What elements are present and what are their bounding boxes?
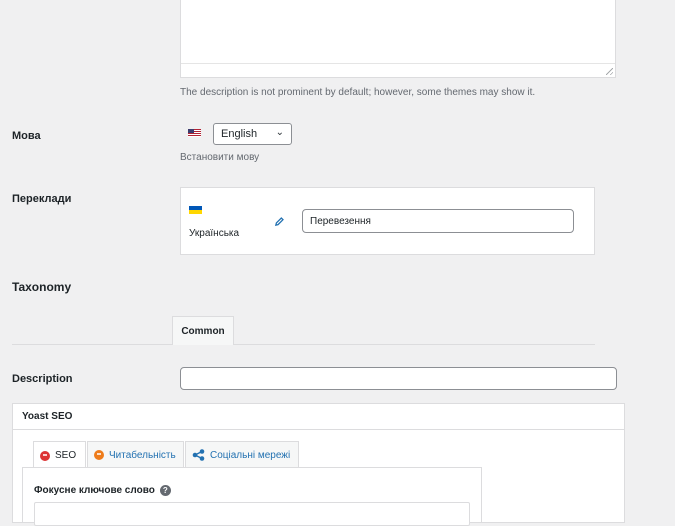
translation-title-input[interactable]: Перевезення xyxy=(302,209,574,233)
yoast-tab-social[interactable]: Соціальні мережі xyxy=(185,441,299,468)
yoast-title: Yoast SEO xyxy=(22,411,73,422)
yoast-seo-panel: Фокусне ключове слово ? xyxy=(22,467,482,526)
share-icon xyxy=(192,449,205,461)
yoast-tab-social-label: Соціальні мережі xyxy=(210,449,291,461)
us-flag-icon xyxy=(188,129,201,137)
yoast-tab-readability-label: Читабельність xyxy=(109,449,176,461)
neutral-face-icon xyxy=(94,450,104,460)
language-label: Мова xyxy=(12,130,41,142)
yoast-tab-seo-label: SEO xyxy=(55,450,77,461)
taxonomy-heading: Taxonomy xyxy=(12,280,72,294)
translation-input-value: Перевезення xyxy=(310,216,371,227)
taxonomy-description-label: Description xyxy=(12,373,73,385)
translations-box: Українська Перевезення xyxy=(180,187,595,255)
pencil-icon[interactable] xyxy=(274,216,285,227)
chevron-down-icon: ⌄ xyxy=(275,127,284,138)
translations-label: Переклади xyxy=(12,193,72,205)
yoast-tab-readability[interactable]: Читабельність xyxy=(87,441,184,468)
translation-language-name: Українська xyxy=(189,228,240,239)
resize-handle-icon[interactable] xyxy=(606,68,613,75)
help-icon[interactable]: ? xyxy=(159,485,171,496)
focus-keyword-input[interactable] xyxy=(34,502,470,526)
language-select-value: English xyxy=(221,128,258,140)
ua-flag-icon xyxy=(189,206,202,214)
focus-keyword-label-row: Фокусне ключове слово ? xyxy=(34,485,171,496)
language-hint: Встановити мову xyxy=(180,152,260,163)
description-hint: The description is not prominent by defa… xyxy=(180,87,536,98)
language-select[interactable]: English ⌄ xyxy=(213,123,292,145)
textarea-divider xyxy=(181,63,615,64)
focus-keyword-label: Фокусне ключове слово xyxy=(34,485,155,496)
term-description-textarea[interactable] xyxy=(180,0,616,78)
sad-face-icon xyxy=(40,450,50,461)
yoast-header-divider xyxy=(12,429,625,430)
tabs-divider xyxy=(12,344,595,345)
yoast-tab-seo[interactable]: SEO xyxy=(33,441,86,469)
tab-common[interactable]: Common xyxy=(172,316,234,345)
taxonomy-description-input[interactable] xyxy=(180,367,617,390)
